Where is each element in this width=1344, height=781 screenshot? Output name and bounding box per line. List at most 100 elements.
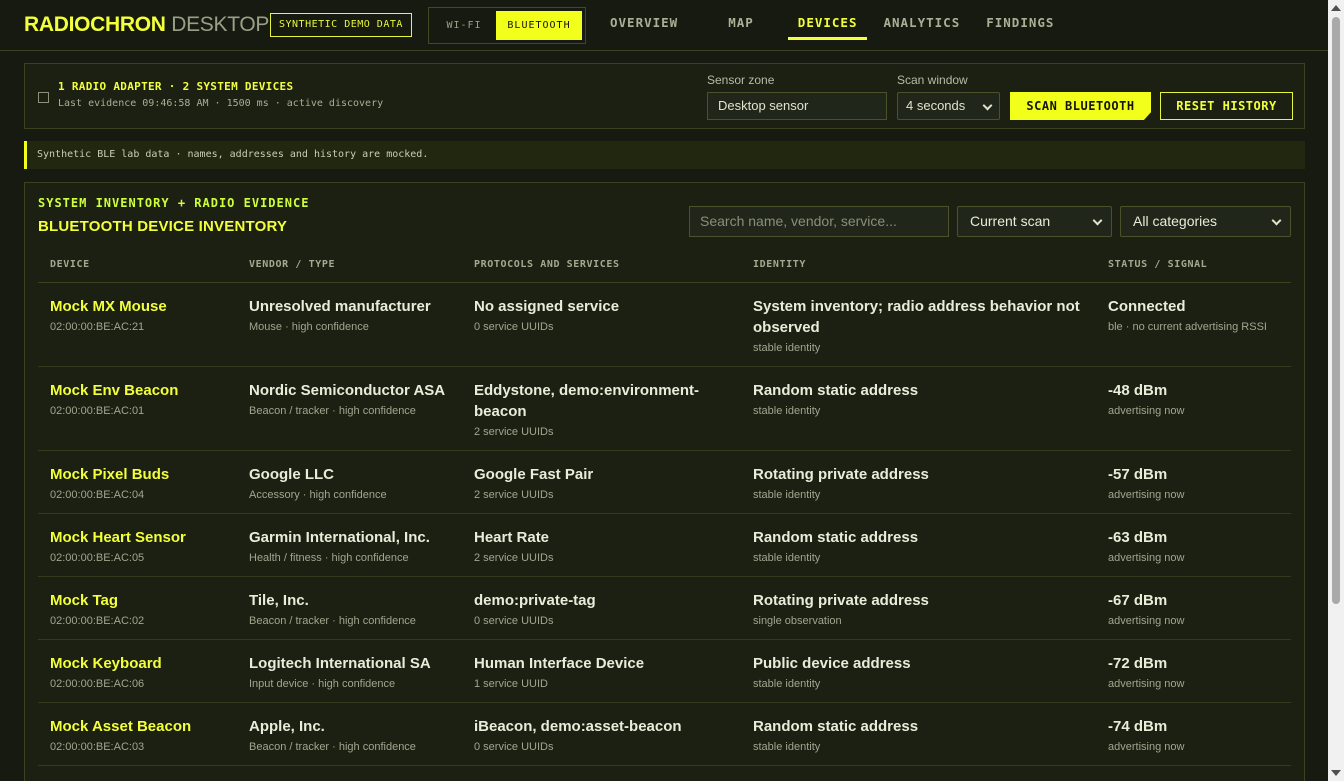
identity-note: stable identity xyxy=(753,405,821,417)
status-note: advertising now xyxy=(1108,615,1185,627)
table-cell: Mock MX Mouse 02:00:00:BE:AC:21 xyxy=(50,296,240,334)
vendor-name: Garmin International, Inc. xyxy=(249,529,430,546)
status-text: -48 dBm xyxy=(1108,382,1168,399)
scan-bluetooth-button[interactable]: SCAN BLUETOOTH xyxy=(1010,92,1151,120)
page-scrollbar[interactable] xyxy=(1328,0,1344,781)
column-header-identity[interactable]: IDENTITY xyxy=(753,259,806,270)
radio-mode-toggle: WI-FI BLUETOOTH xyxy=(428,7,586,44)
device-address: 02:00:00:BE:AC:02 xyxy=(50,615,145,627)
column-header-status[interactable]: STATUS / SIGNAL xyxy=(1108,259,1207,270)
uuid-count: 2 service UUIDs xyxy=(474,426,554,438)
table-row[interactable]: Mock Tag 02:00:00:BE:AC:02 Tile, Inc. Beaco… xyxy=(38,577,1291,640)
tab-devices[interactable]: DEVICES xyxy=(786,0,870,40)
table-cell: Tile, Inc. Beacon / tracker · high confid… xyxy=(249,590,454,628)
tab-findings[interactable]: FINDINGS xyxy=(974,0,1066,40)
device-address: 02:00:00:BE:AC:03 xyxy=(50,741,145,753)
scroll-thumb[interactable] xyxy=(1332,17,1340,604)
table-cell: Rotating private address single observati… xyxy=(753,590,1088,628)
category-select[interactable]: All categories xyxy=(1120,206,1291,237)
status-note: advertising now xyxy=(1108,678,1185,690)
status-text: Connected xyxy=(1108,298,1186,315)
device-type: Input device · high confidence xyxy=(249,678,396,690)
uuid-count: 2 service UUIDs xyxy=(474,552,554,564)
scope-select[interactable]: Current scan xyxy=(957,206,1112,237)
device-search-input[interactable]: Search name, vendor, service... xyxy=(689,206,949,237)
scan-window-value: 4 seconds xyxy=(906,98,966,113)
device-address: 02:00:00:BE:AC:05 xyxy=(50,552,145,564)
identity-text: Random static address xyxy=(753,718,919,735)
uuid-count: 1 service UUID xyxy=(474,678,548,690)
table-cell: Mock Asset Beacon 02:00:00:BE:AC:03 xyxy=(50,716,240,754)
scan-status-panel: 1 RADIO ADAPTER · 2 SYSTEM DEVICES Last … xyxy=(24,63,1305,129)
status-note: advertising now xyxy=(1108,489,1185,501)
table-cell: Apple, Inc. Beacon / tracker · high confi… xyxy=(249,716,454,754)
scan-window-select[interactable]: 4 seconds xyxy=(897,92,1000,120)
protocols-text: demo:private-tag xyxy=(474,592,596,609)
table-cell: Mock Tag 02:00:00:BE:AC:02 xyxy=(50,590,240,628)
identity-text: Random static address xyxy=(753,382,919,399)
table-row[interactable]: Mock Asset Beacon 02:00:00:BE:AC:03 Apple,… xyxy=(38,703,1291,766)
table-row[interactable]: Mock Pixel Buds 02:00:00:BE:AC:04 Google L… xyxy=(38,451,1291,514)
column-header-protocols[interactable]: PROTOCOLS AND SERVICES xyxy=(474,259,620,270)
wifi-mode-button[interactable]: WI-FI xyxy=(432,11,496,40)
status-note: advertising now xyxy=(1108,741,1185,753)
bluetooth-mode-button[interactable]: BLUETOOTH xyxy=(496,11,582,40)
adapter-summary: 1 RADIO ADAPTER · 2 SYSTEM DEVICES xyxy=(58,80,294,93)
table-cell: Public device address stable identity xyxy=(753,653,1088,691)
select-checkbox[interactable] xyxy=(38,92,49,103)
table-cell: No assigned service 0 service UUIDs xyxy=(474,296,729,334)
table-row[interactable]: Mock MX Mouse 02:00:00:BE:AC:21 Unresolved… xyxy=(38,283,1291,367)
brand-primary: RADIOCHRON xyxy=(24,13,166,36)
table-cell: Nordic Semiconductor ASA Beacon / tracker… xyxy=(249,380,454,418)
table-cell: Connected ble · no current advertising RS… xyxy=(1108,296,1288,334)
category-select-value: All categories xyxy=(1133,213,1218,229)
protocols-text: Human Interface Device xyxy=(474,655,645,672)
device-type: Accessory · high confidence xyxy=(249,489,387,501)
uuid-count: 2 service UUIDs xyxy=(474,489,554,501)
identity-note: stable identity xyxy=(753,342,821,354)
table-row[interactable]: Mock Env Beacon 02:00:00:BE:AC:01 Nordic S… xyxy=(38,367,1291,451)
tab-overview[interactable]: OVERVIEW xyxy=(598,0,690,40)
identity-note: single observation xyxy=(753,615,842,627)
demo-data-badge: SYNTHETIC DEMO DATA xyxy=(270,13,412,37)
table-cell: Google Fast Pair 2 service UUIDs xyxy=(474,464,729,502)
tab-analytics[interactable]: ANALYTICS xyxy=(871,0,972,40)
vendor-name: Nordic Semiconductor ASA xyxy=(249,382,446,399)
table-cell: -72 dBm advertising now xyxy=(1108,653,1288,691)
app-logo: RADIOCHRON DESKTOP xyxy=(24,12,269,38)
protocols-text: No assigned service xyxy=(474,298,620,315)
device-name[interactable]: Mock Tag xyxy=(50,590,240,611)
protocols-text: Heart Rate xyxy=(474,529,550,546)
table-cell: Eddystone, demo:environment-beacon 2 serv… xyxy=(474,380,729,439)
status-text: -63 dBm xyxy=(1108,529,1168,546)
status-note: advertising now xyxy=(1108,405,1185,417)
device-name[interactable]: Mock Env Beacon xyxy=(50,380,240,401)
table-cell: -57 dBm advertising now xyxy=(1108,464,1288,502)
vendor-name: Tile, Inc. xyxy=(249,592,309,609)
table-row[interactable]: Mock Keyboard 02:00:00:BE:AC:06 Logitech I… xyxy=(38,640,1291,703)
reset-history-button[interactable]: RESET HISTORY xyxy=(1160,92,1293,120)
column-header-device[interactable]: DEVICE xyxy=(50,259,90,270)
device-name[interactable]: Mock MX Mouse xyxy=(50,296,240,317)
sensor-zone-input[interactable]: Desktop sensor xyxy=(707,92,887,120)
identity-text: Rotating private address xyxy=(753,466,929,483)
last-evidence-text: Last evidence 09:46:58 AM · 1500 ms · ac… xyxy=(58,98,384,109)
tab-map[interactable]: MAP xyxy=(716,0,766,40)
protocols-text: iBeacon, demo:asset-beacon xyxy=(474,718,682,735)
device-name[interactable]: Mock Asset Beacon xyxy=(50,716,240,737)
table-cell: Rotating private address stable identity xyxy=(753,464,1088,502)
scroll-down-arrow-icon[interactable] xyxy=(1331,770,1341,776)
table-cell: -48 dBm advertising now xyxy=(1108,380,1288,418)
device-name[interactable]: Mock Keyboard xyxy=(50,653,240,674)
table-cell: Mock Env Beacon 02:00:00:BE:AC:01 xyxy=(50,380,240,418)
device-name[interactable]: Mock Heart Sensor xyxy=(50,527,240,548)
inventory-kicker: SYSTEM INVENTORY + RADIO EVIDENCE xyxy=(38,196,310,210)
device-address: 02:00:00:BE:AC:06 xyxy=(50,678,145,690)
table-row[interactable]: Mock Heart Sensor 02:00:00:BE:AC:05 Garmin… xyxy=(38,514,1291,577)
device-name[interactable]: Mock Pixel Buds xyxy=(50,464,240,485)
device-address: 02:00:00:BE:AC:04 xyxy=(50,489,145,501)
device-type: Beacon / tracker · high confidence xyxy=(249,405,416,417)
device-type: Mouse · high confidence xyxy=(249,321,369,333)
scroll-up-arrow-icon[interactable] xyxy=(1331,5,1341,11)
column-header-vendor[interactable]: VENDOR / TYPE xyxy=(249,259,335,270)
